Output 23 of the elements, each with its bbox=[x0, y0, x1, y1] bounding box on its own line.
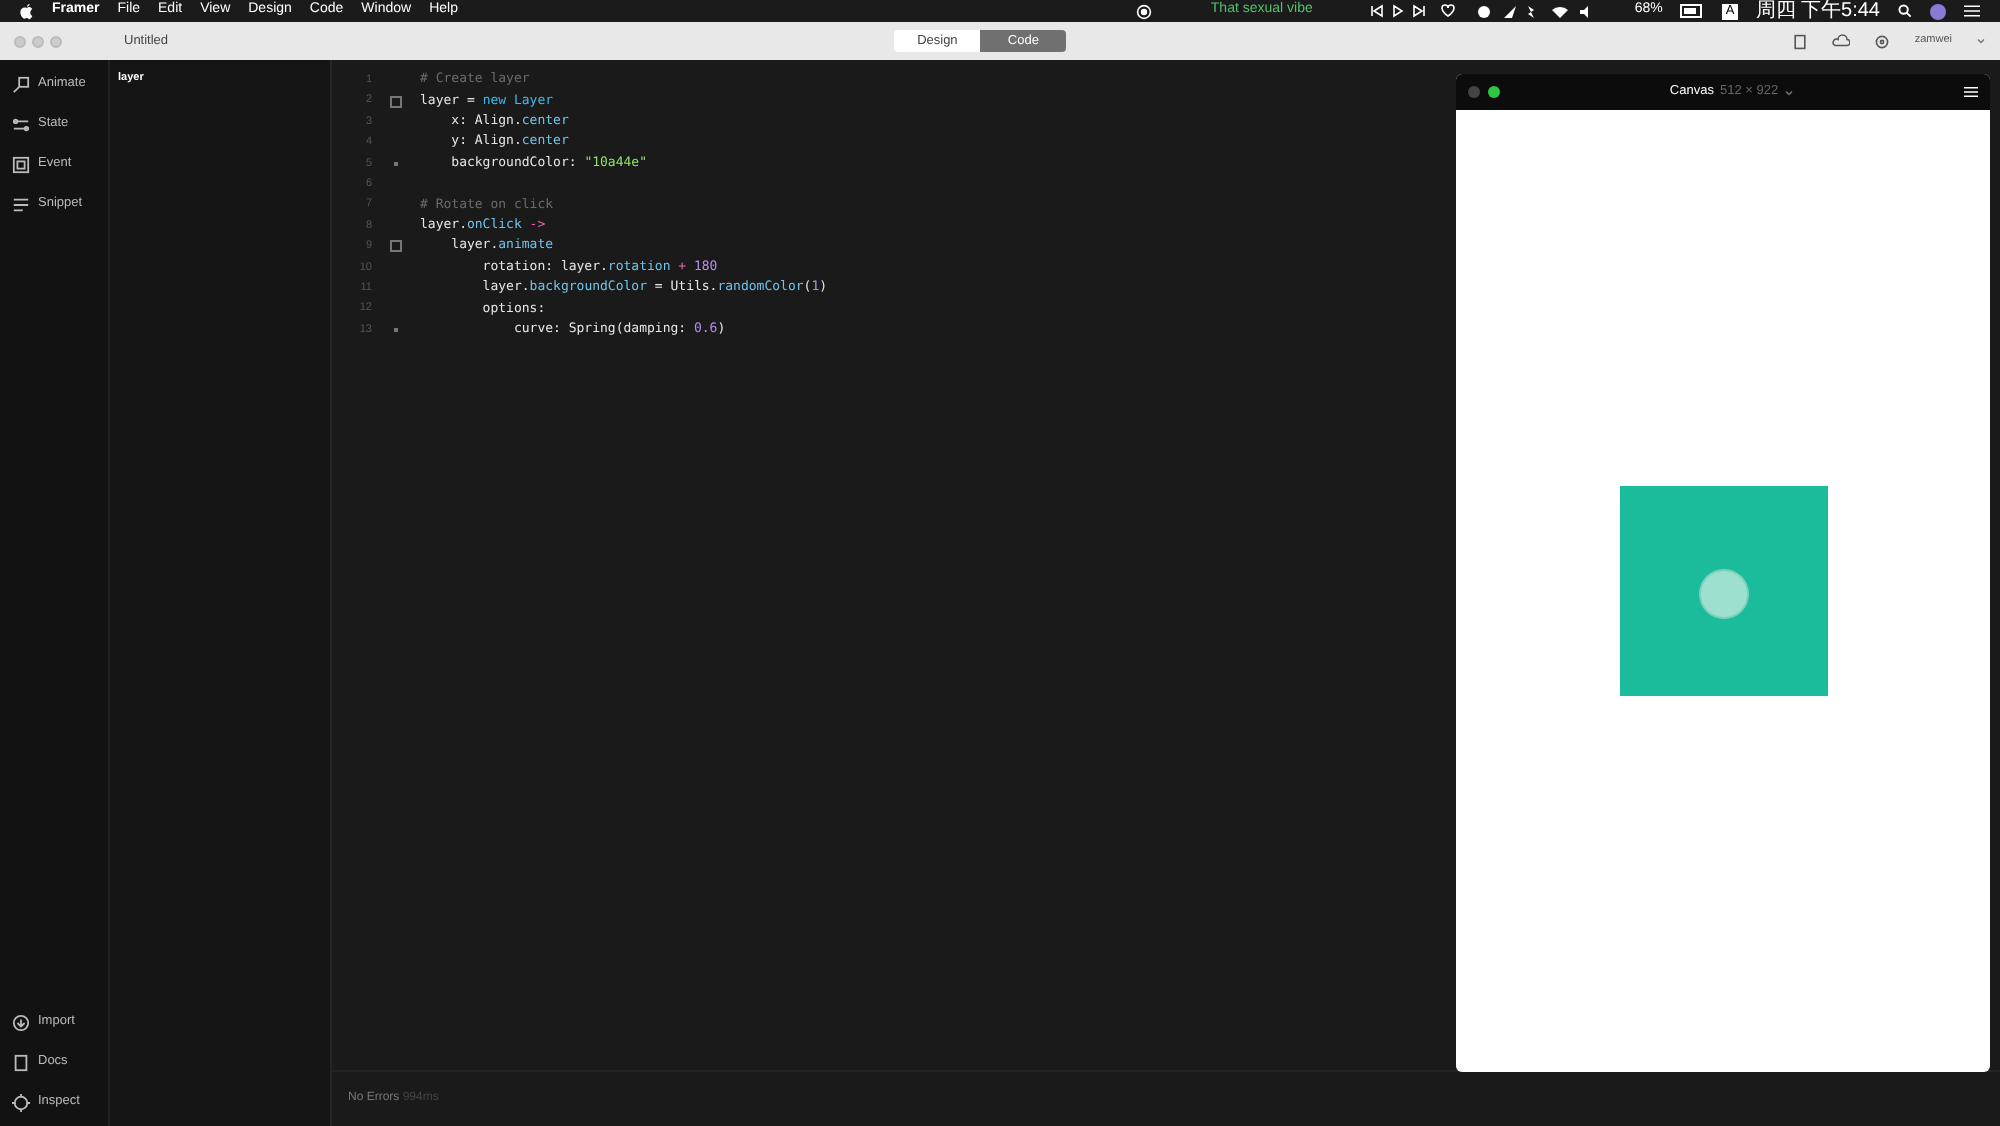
gear-icon[interactable] bbox=[1874, 33, 1891, 49]
media-controls-icon[interactable] bbox=[1370, 4, 1459, 18]
inspect-icon bbox=[12, 1093, 30, 1111]
state-icon bbox=[12, 115, 30, 133]
cloud-icon[interactable] bbox=[1832, 34, 1851, 48]
animate-icon bbox=[12, 75, 30, 93]
search-icon[interactable] bbox=[1898, 4, 1912, 18]
event-icon bbox=[12, 155, 30, 173]
list-icon[interactable] bbox=[1964, 4, 1980, 18]
menu-icon[interactable] bbox=[1964, 86, 1978, 98]
document-icon[interactable] bbox=[1792, 33, 1809, 49]
avatar-icon[interactable] bbox=[1930, 3, 1946, 19]
docs-icon bbox=[12, 1053, 30, 1071]
apple-icon[interactable] bbox=[20, 3, 34, 19]
snippet-icon bbox=[12, 195, 30, 213]
record-icon[interactable] bbox=[1136, 3, 1153, 19]
fold-icon[interactable] bbox=[390, 240, 402, 253]
chevron-down-icon[interactable] bbox=[1976, 38, 1986, 44]
chevron-down-icon[interactable] bbox=[1784, 89, 1795, 95]
fold-icon[interactable] bbox=[390, 95, 402, 108]
clock[interactable]: 周四 下午5:44 bbox=[1755, 0, 1880, 22]
import-icon bbox=[12, 1013, 30, 1031]
battery-icon[interactable] bbox=[1680, 4, 1705, 18]
